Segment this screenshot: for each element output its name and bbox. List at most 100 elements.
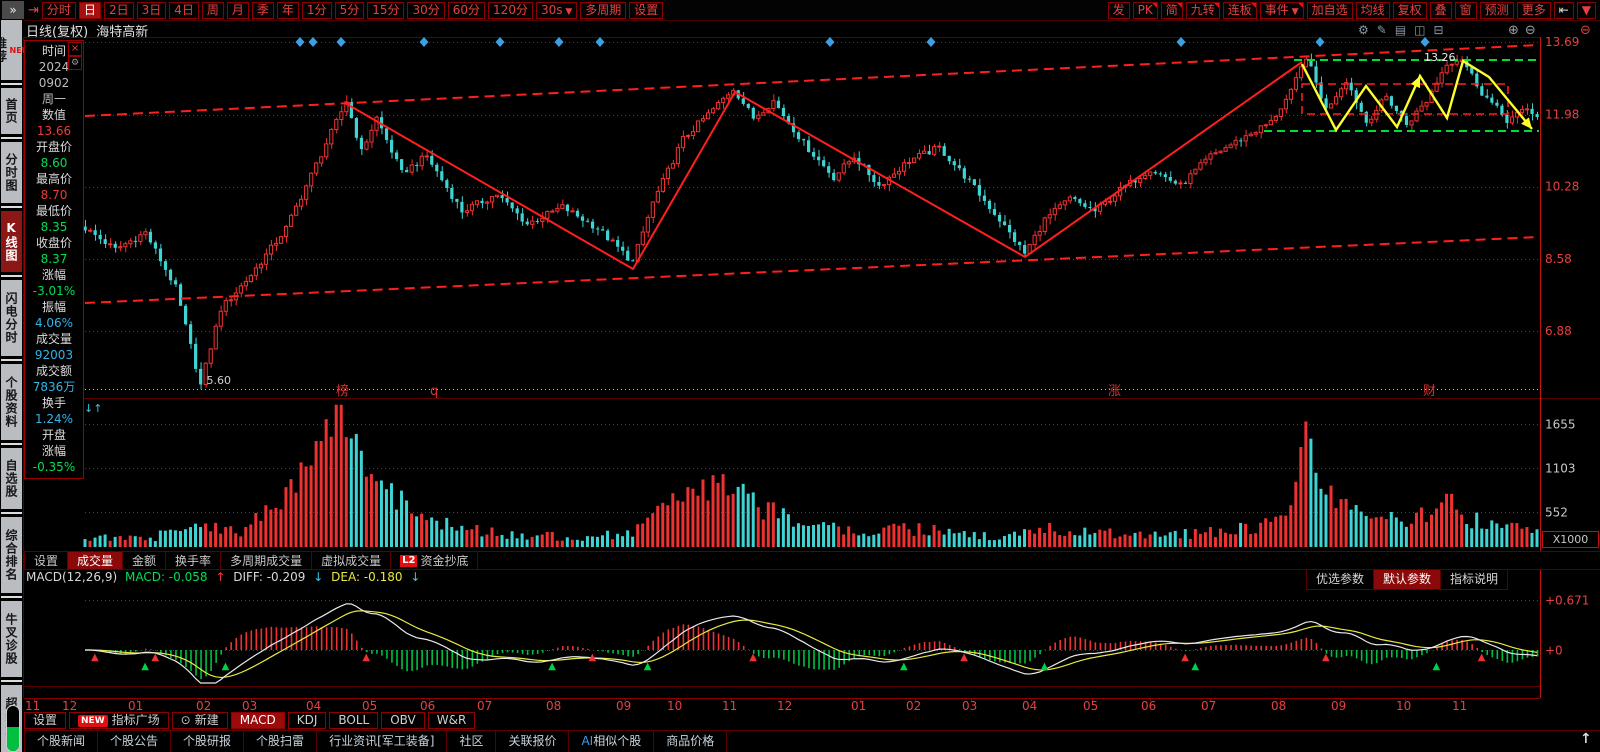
period-tab-6[interactable]: 月: [226, 1, 249, 19]
macd-button-0[interactable]: 优选参数: [1307, 570, 1373, 589]
tool-button-7[interactable]: 均线: [1355, 1, 1390, 19]
period-tab-15[interactable]: 30s ▼: [535, 1, 578, 19]
period-tab-14[interactable]: 120分: [488, 1, 533, 19]
subchart-tab-1[interactable]: 成交量: [68, 552, 124, 569]
svg-text:10: 10: [667, 699, 682, 713]
gear-icon[interactable]: ⚙: [68, 56, 82, 70]
sidebar-item-3[interactable]: K线图: [1, 211, 22, 272]
ruler-icon[interactable]: ▤: [1395, 23, 1414, 37]
indicator-button-4[interactable]: KDJ: [287, 712, 327, 729]
svg-text:↓↑: ↓↑: [84, 402, 102, 415]
period-tab-16[interactable]: 多周期: [580, 1, 627, 19]
period-tab-5[interactable]: 周: [201, 1, 224, 19]
subchart-tab-2[interactable]: 金额: [123, 552, 167, 569]
window-icon[interactable]: ◫: [1414, 23, 1433, 37]
scrollbar-thumb[interactable]: [7, 727, 19, 751]
subchart-tab-5[interactable]: 虚拟成交量: [312, 552, 392, 569]
info-value: 7836万: [32, 380, 76, 394]
sub-chart-tab-bar: 设置 成交量 金额 换手率 多周期成交量 虚拟成交量 L2 资金抄底: [24, 551, 1600, 570]
sidebar-item-5[interactable]: 个股资料: [1, 364, 22, 440]
minus-box-icon[interactable]: ⊟: [1434, 23, 1452, 37]
macd-params-label[interactable]: MACD(12,26,9): [26, 570, 117, 584]
tool-button-0[interactable]: 发: [1107, 1, 1130, 19]
period-tab-17[interactable]: 设置: [629, 1, 664, 19]
tool-button-10[interactable]: 窗: [1454, 1, 1477, 19]
collapse-sidebar-button[interactable]: »: [2, 1, 24, 19]
indicator-button-7[interactable]: W&R: [427, 712, 476, 729]
info-label: 成交额: [35, 364, 72, 378]
news-tab-2[interactable]: 个股研报: [171, 731, 245, 752]
tool-button-8[interactable]: 复权: [1392, 1, 1427, 19]
news-tab-8[interactable]: 商品价格: [654, 731, 728, 752]
back-button[interactable]: ⇤: [1553, 1, 1574, 19]
pencil-icon[interactable]: ✎: [1377, 23, 1395, 37]
subchart-tab-3[interactable]: 换手率: [166, 552, 222, 569]
indicator-button-2[interactable]: ⊙ 新建: [171, 712, 228, 729]
news-tab-3[interactable]: 个股扫雷: [244, 731, 318, 752]
close-icon[interactable]: ×: [68, 42, 82, 56]
svg-text:▲: ▲: [1478, 652, 1486, 663]
period-tab-0[interactable]: 分时: [41, 1, 76, 19]
info-value: 8.60: [40, 156, 68, 170]
subchart-tab-0[interactable]: 设置: [24, 552, 69, 569]
macd-button-2[interactable]: 指标说明: [1440, 570, 1507, 589]
sidebar-item-7[interactable]: 综合排名: [1, 517, 22, 593]
tool-button-3[interactable]: 九转: [1185, 1, 1220, 19]
sidebar-item-8[interactable]: 牛叉诊股: [1, 601, 22, 677]
sidebar-item-2[interactable]: 分时图: [1, 142, 22, 203]
tool-button-2[interactable]: 简: [1160, 1, 1183, 19]
news-tab-4[interactable]: 行业资讯[军工装备]: [317, 731, 448, 752]
news-tab-1[interactable]: 个股公告: [98, 731, 172, 752]
collapse-pane-icon[interactable]: ⊖: [1580, 23, 1591, 38]
subchart-tab-6[interactable]: L2 资金抄底: [391, 552, 479, 569]
news-tab-0[interactable]: 个股新闻: [24, 731, 99, 752]
indicator-label: 新建: [194, 713, 219, 727]
period-tab-13[interactable]: 60分: [447, 1, 486, 19]
svg-text:03: 03: [242, 699, 257, 713]
news-tab-5[interactable]: 社区: [447, 731, 497, 752]
subchart-tab-label: 设置: [34, 554, 59, 568]
period-tab-8[interactable]: 年: [276, 1, 299, 19]
sidebar-item-4[interactable]: 闪电分时: [1, 280, 22, 356]
tool-button-11[interactable]: 预测: [1479, 1, 1514, 19]
subchart-tab-4[interactable]: 多周期成交量: [221, 552, 313, 569]
tool-button-12[interactable]: 更多: [1516, 1, 1551, 19]
sidebar-scrollbar[interactable]: [6, 705, 20, 752]
tool-button-1[interactable]: PK: [1132, 1, 1158, 19]
period-tab-7[interactable]: 季: [251, 1, 274, 19]
svg-text:11: 11: [1452, 699, 1467, 713]
jump-forward-icon[interactable]: ⇥: [28, 3, 39, 18]
tool-button-9[interactable]: 叠: [1429, 1, 1452, 19]
scroll-top-icon[interactable]: ↑: [1580, 731, 1592, 747]
tool-button-4[interactable]: 连板: [1222, 1, 1257, 19]
news-tab-7[interactable]: AI相似个股: [569, 731, 655, 752]
indicator-button-3[interactable]: MACD: [230, 712, 285, 729]
period-tab-10[interactable]: 5分: [334, 1, 365, 19]
period-tab-3[interactable]: 3日: [136, 1, 167, 19]
toolbar-more-dropdown[interactable]: ▼: [1576, 1, 1596, 19]
tool-button-6[interactable]: 加自选: [1306, 1, 1353, 19]
macd-button-1[interactable]: 默认参数: [1373, 570, 1441, 589]
period-tab-12[interactable]: 30分: [407, 1, 445, 19]
zoom-in-icon[interactable]: ⊕: [1508, 23, 1525, 38]
period-tab-11[interactable]: 15分: [367, 1, 405, 19]
sidebar-separator: [1, 137, 22, 139]
period-tab-2[interactable]: 2日: [103, 1, 134, 19]
zoom-out-icon[interactable]: ⊖: [1525, 23, 1542, 38]
sidebar-item-6[interactable]: 自选股: [1, 448, 22, 509]
sidebar-item-1[interactable]: 首页: [1, 88, 22, 134]
indicator-button-6[interactable]: OBV: [381, 712, 425, 729]
gear-icon[interactable]: ⚙: [1358, 23, 1377, 37]
indicator-button-1[interactable]: NEW 指标广场: [69, 712, 169, 729]
robot-icon: ⊙: [180, 713, 191, 727]
sidebar-item-0[interactable]: 推荐 NEW: [0, 20, 31, 80]
news-tab-6[interactable]: 关联报价: [496, 731, 570, 752]
sidebar-separator: [1, 83, 22, 85]
indicator-button-5[interactable]: BOLL: [329, 712, 379, 729]
indicator-button-0[interactable]: 设置: [24, 712, 67, 729]
period-tab-4[interactable]: 4日: [169, 1, 199, 19]
period-tab-9[interactable]: 1分: [301, 1, 332, 19]
svg-text:+0.671: +0.671: [1545, 594, 1589, 608]
tool-button-5[interactable]: 事件 ▼: [1259, 1, 1304, 19]
period-tab-1[interactable]: 日: [78, 1, 101, 19]
